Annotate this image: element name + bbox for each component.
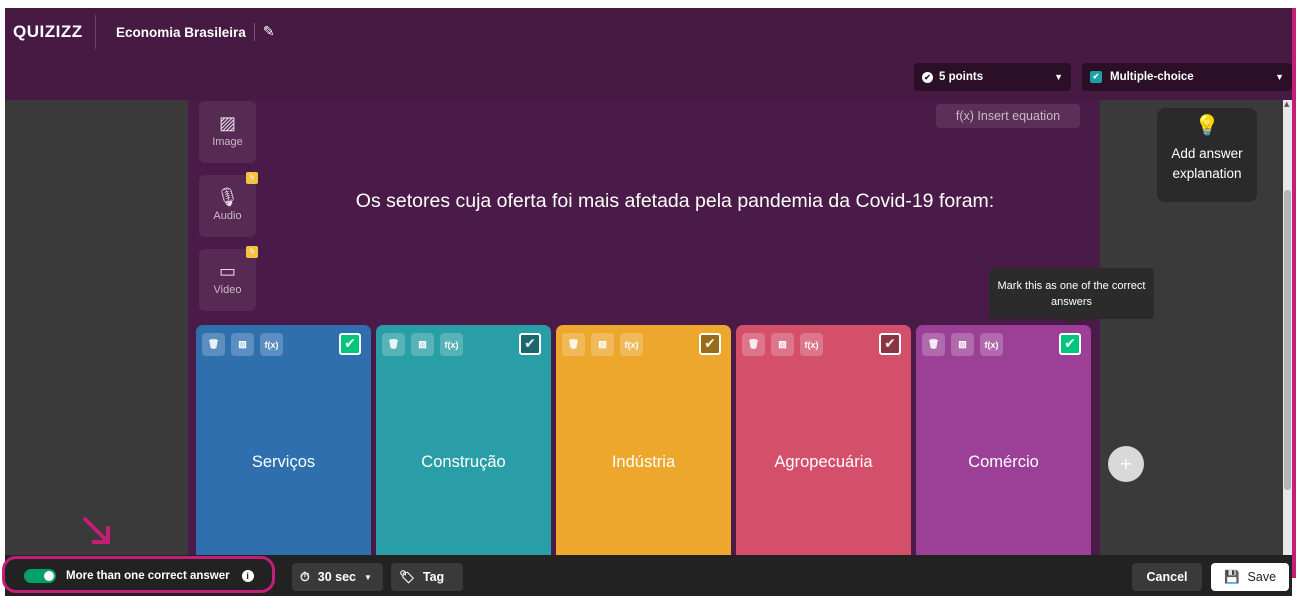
equation-button[interactable]: f(x) [440,333,463,356]
add-image-to-option-button[interactable]: ▨ [591,333,614,356]
insert-equation-button[interactable]: f(x) Insert equation [936,104,1080,128]
annotation-arrow-icon [82,516,110,544]
chevron-down-icon: ▼ [1275,72,1284,82]
correct-answer-checkbox[interactable]: ✔ [699,333,721,355]
delete-option-button[interactable]: 🗑 [562,333,585,356]
points-select[interactable]: ✔ 5 points ▼ [914,63,1071,91]
add-audio-button[interactable]: ϟ 🎙 Audio [199,172,258,237]
lightning-icon: ϟ [246,172,258,184]
media-label: Video [213,284,242,296]
add-video-button[interactable]: ϟ ▭ Video [199,246,258,311]
answer-tools: 🗑 ▨ f(x) [562,333,643,356]
save-button[interactable]: 💾 Save [1211,563,1289,591]
stopwatch-icon: ⏱ [300,569,310,584]
scroll-up-icon[interactable]: ▲ [1284,100,1289,108]
save-icon: 💾 [1223,569,1240,584]
answer-option[interactable]: 🗑 ▨ f(x) ✔ Comércio [916,325,1091,555]
timer-select[interactable]: ⏱ 30 sec ▼ [292,563,383,591]
add-explanation-button[interactable]: 💡 Add answer explanation [1157,108,1257,202]
add-image-to-option-button[interactable]: ▨ [231,333,254,356]
save-label: Save [1247,570,1277,584]
add-image-to-option-button[interactable]: ▨ [951,333,974,356]
highlight-outline [2,556,275,593]
quiz-editor: QUIZIZZ Economia Brasileira ✎ ✔ 5 points… [0,0,1301,596]
question-type-select[interactable]: ✔ Multiple-choice ▼ [1082,63,1292,91]
answer-option[interactable]: 🗑 ▨ f(x) ✔ Construção [376,325,551,555]
quiz-title[interactable]: Economia Brasileira [116,25,246,40]
highlight-edge [1292,8,1296,578]
add-option-button[interactable]: + [1108,446,1144,482]
delete-option-button[interactable]: 🗑 [742,333,765,356]
tag-icon: 🏷 [399,569,415,584]
equation-button[interactable]: f(x) [980,333,1003,356]
equation-button[interactable]: f(x) [620,333,643,356]
equation-button[interactable]: f(x) [260,333,283,356]
answer-text[interactable]: Serviços [196,453,371,472]
correct-answer-checkbox[interactable]: ✔ [1059,333,1081,355]
tag-label: Tag [422,570,445,584]
question-settings-bar: ✔ 5 points ▼ ✔ Multiple-choice ▼ [5,56,1292,100]
correct-answer-checkbox[interactable]: ✔ [519,333,541,355]
vertical-scrollbar[interactable]: ▲ [1283,100,1292,555]
media-label: Audio [213,210,242,222]
chevron-down-icon: ▼ [1054,72,1063,82]
correct-answer-tooltip: Mark this as one of the correct answers [989,268,1154,326]
answer-tools: 🗑 ▨ f(x) [922,333,1003,356]
scrollbar-thumb[interactable] [1284,190,1291,490]
points-value: 5 points [939,71,984,83]
add-image-to-option-button[interactable]: ▨ [411,333,434,356]
pencil-icon[interactable]: ✎ [263,24,275,40]
answer-text[interactable]: Comércio [916,453,1091,472]
title-divider [253,23,255,41]
timer-value: 30 sec [317,570,356,584]
correct-answer-checkbox[interactable]: ✔ [879,333,901,355]
answer-tools: 🗑 ▨ f(x) [742,333,823,356]
answer-text[interactable]: Indústria [556,453,731,472]
answer-option[interactable]: 🗑 ▨ f(x) ✔ Agropecuária [736,325,911,555]
answer-text[interactable]: Construção [376,453,551,472]
answer-tools: 🗑 ▨ f(x) [202,333,283,356]
question-text[interactable]: Os setores cuja oferta foi mais afetada … [260,190,1090,213]
image-icon: ▨ [218,113,236,133]
add-image-button[interactable]: ▨ Image [199,101,256,163]
lightbulb-icon: 💡 [1194,115,1220,137]
answer-option[interactable]: 🗑 ▨ f(x) ✔ Serviços [196,325,371,555]
equation-button[interactable]: f(x) [800,333,823,356]
cancel-button[interactable]: Cancel [1132,563,1202,591]
lightning-icon: ϟ [246,246,258,258]
question-type-value: Multiple-choice [1110,71,1194,83]
delete-option-button[interactable]: 🗑 [922,333,945,356]
answer-option[interactable]: 🗑 ▨ f(x) ✔ Indústria [556,325,731,555]
left-margin [5,100,188,555]
delete-option-button[interactable]: 🗑 [382,333,405,356]
answer-text[interactable]: Agropecuária [736,453,911,472]
correct-answer-checkbox[interactable]: ✔ [339,333,361,355]
tag-button[interactable]: 🏷 Tag [391,563,463,591]
header-divider [95,15,96,49]
quizizz-logo[interactable]: QUIZIZZ [5,22,95,42]
add-image-to-option-button[interactable]: ▨ [771,333,794,356]
checkbox-icon: ✔ [1090,71,1102,83]
answer-tools: 🗑 ▨ f(x) [382,333,463,356]
media-label: Image [212,136,243,148]
explanation-label: Add answer explanation [1171,146,1243,181]
check-circle-icon: ✔ [922,71,933,83]
top-bar: QUIZIZZ Economia Brasileira ✎ [5,8,1292,56]
delete-option-button[interactable]: 🗑 [202,333,225,356]
chevron-down-icon: ▼ [364,572,372,582]
